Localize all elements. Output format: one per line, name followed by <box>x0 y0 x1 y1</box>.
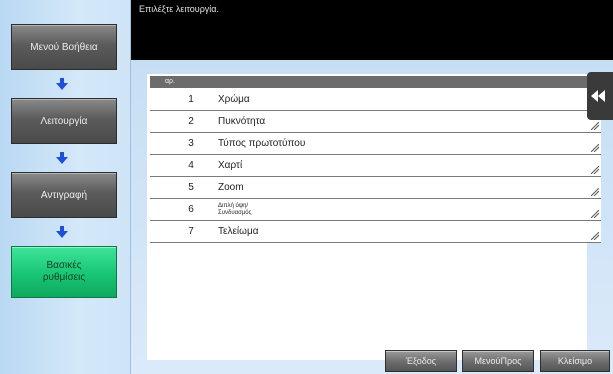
row-label: Τελείωμα <box>218 226 259 237</box>
exit-label: Έξοδος <box>405 356 437 366</box>
row-label: Zoom <box>218 182 244 193</box>
expand-corner-icon <box>591 166 599 174</box>
row-number: 6 <box>188 204 194 215</box>
menu-up-label: ΜενούΠρος <box>474 356 522 366</box>
row-label: Χαρτί <box>218 160 243 171</box>
sidebar: Μενού Βοήθεια Λειτουργία Αντιγραφή Βασικ… <box>0 0 131 374</box>
menu-up-button[interactable]: ΜενούΠρος <box>462 350 534 372</box>
close-label: Κλείσιμο <box>557 356 593 366</box>
expand-corner-icon <box>591 210 599 218</box>
help-menu-label: Μενού Βοήθεια <box>30 41 98 53</box>
expand-corner-icon <box>591 144 599 152</box>
table-row[interactable]: 6 Διπλή όψη/ Συνδυασμός <box>150 199 601 221</box>
help-menu-button[interactable]: Μενού Βοήθεια <box>11 24 117 70</box>
double-arrow-left-icon <box>591 90 605 102</box>
exit-button[interactable]: Έξοδος <box>385 350 457 372</box>
expand-corner-icon <box>591 188 599 196</box>
content-area: αρ. 1 Χρώμα 2 Πυκνότητα 3 Τύπος πρωτοτύπ… <box>131 60 613 374</box>
close-button[interactable]: Κλείσιμο <box>540 350 610 372</box>
copy-label: Αντιγραφή <box>40 189 88 201</box>
row-number: 1 <box>188 94 194 105</box>
row-number: 4 <box>188 160 194 171</box>
table-row[interactable]: 5 Zoom <box>150 177 601 199</box>
expand-corner-icon <box>591 232 599 240</box>
message-bar: Επιλέξτε λειτουργία. <box>131 0 613 60</box>
basic-settings-line1: Βασικές <box>46 260 82 271</box>
function-button[interactable]: Λειτουργία <box>11 98 117 144</box>
arrow-down-icon <box>56 78 68 90</box>
table-row[interactable]: 3 Τύπος πρωτοτύπου <box>150 133 601 155</box>
expand-corner-icon <box>591 122 599 130</box>
basic-settings-line2: ρυθμίσεις <box>42 272 86 283</box>
basic-settings-label: Βασικές ρυθμίσεις <box>43 260 85 284</box>
row-label: Χρώμα <box>218 94 250 105</box>
table-row[interactable]: 4 Χαρτί <box>150 155 601 177</box>
table-row[interactable]: 2 Πυκνότητα <box>150 111 601 133</box>
row-label-line1: Διπλή όψη/ <box>218 203 249 209</box>
table-header: αρ. <box>150 76 602 88</box>
row-number: 5 <box>188 182 194 193</box>
copy-button[interactable]: Αντιγραφή <box>11 172 117 218</box>
instruction-text: Επιλέξτε λειτουργία. <box>139 4 220 14</box>
row-number: 3 <box>188 138 194 149</box>
row-number: 2 <box>188 116 194 127</box>
arrow-down-icon <box>56 226 68 238</box>
arrow-down-icon <box>56 152 68 164</box>
table-row[interactable]: 7 Τελείωμα <box>150 221 601 243</box>
row-label-line2: Συνδυασμός <box>218 210 252 216</box>
table-row[interactable]: 1 Χρώμα <box>150 89 601 111</box>
basic-settings-button[interactable]: Βασικές ρυθμίσεις <box>11 246 117 298</box>
number-column-header: αρ. <box>165 78 175 85</box>
function-label: Λειτουργία <box>40 115 88 127</box>
row-number: 7 <box>188 226 194 237</box>
row-label: Τύπος πρωτοτύπου <box>218 138 306 149</box>
back-tab-button[interactable] <box>587 72 613 120</box>
row-label: Πυκνότητα <box>218 116 266 127</box>
row-label: Διπλή όψη/ Συνδυασμός <box>218 203 251 217</box>
